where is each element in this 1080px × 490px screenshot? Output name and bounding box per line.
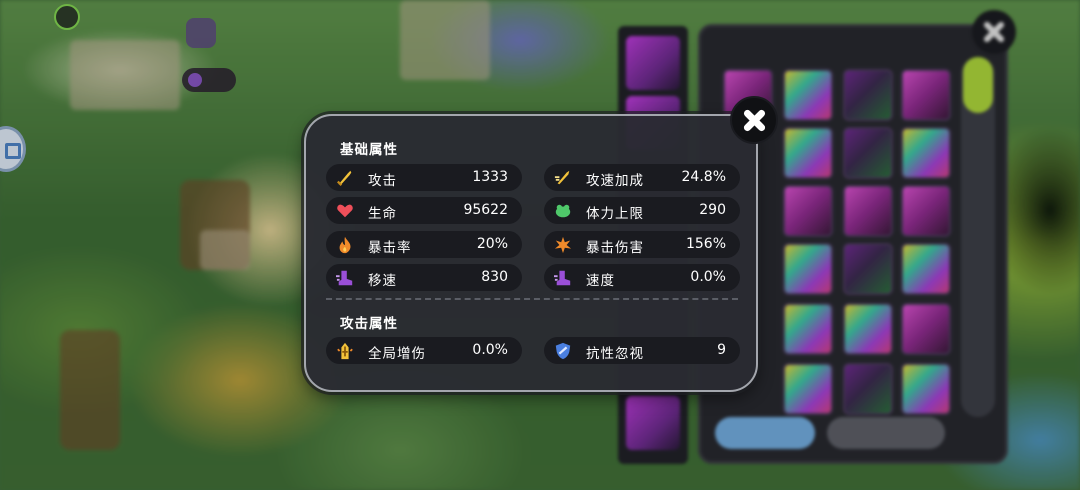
stat-value: 24.8%: [681, 169, 726, 185]
shield-break-icon: [555, 342, 571, 360]
stat-label: 全局增伤: [368, 346, 426, 362]
attack-attributes-title: 攻击属性: [340, 316, 398, 332]
stat-label: 体力上限: [586, 206, 644, 222]
stat-row-crit-damage: 暴击伤害 156%: [544, 231, 740, 258]
swift-sword-icon: [554, 170, 570, 185]
stat-row-attack-speed: 攻速加成 24.8%: [544, 164, 740, 191]
stat-row-resist-ignore: 抗性忽视 9: [544, 337, 740, 364]
stat-row-stamina-cap: 体力上限 290: [544, 197, 740, 224]
attribute-panel: 基础属性 攻击 1333 攻速加成 24.8% 生命 95622 体力上限 29…: [304, 114, 758, 392]
stat-value: 1333: [472, 169, 508, 185]
damage-boost-icon: [337, 342, 353, 360]
section-divider: [326, 298, 738, 300]
stat-label: 攻速加成: [586, 173, 644, 189]
stat-row-attack: 攻击 1333: [326, 164, 522, 191]
sword-icon: [337, 170, 352, 186]
boot-icon: [336, 270, 353, 286]
stat-row-speed: 速度 0.0%: [544, 264, 740, 291]
stat-label: 速度: [586, 273, 615, 289]
stat-row-health: 生命 95622: [326, 197, 522, 224]
stat-label: 生命: [368, 206, 397, 222]
stat-value: 290: [699, 202, 726, 218]
stat-value: 9: [717, 342, 726, 358]
crit-burst-icon: [554, 236, 572, 254]
stat-row-move-speed: 移速 830: [326, 264, 522, 291]
stat-label: 攻击: [368, 173, 397, 189]
stat-value: 830: [481, 269, 508, 285]
close-icon[interactable]: [730, 96, 778, 144]
basic-attributes-title: 基础属性: [340, 142, 398, 158]
stamina-icon: [555, 204, 571, 218]
stat-value: 0.0%: [690, 269, 726, 285]
stat-row-crit-rate: 暴击率 20%: [326, 231, 522, 258]
stat-label: 暴击率: [368, 240, 412, 256]
stat-value: 0.0%: [472, 342, 508, 358]
heart-icon: [337, 204, 353, 218]
stat-label: 移速: [368, 273, 397, 289]
stat-value: 156%: [685, 236, 726, 252]
stat-value: 20%: [476, 236, 508, 252]
stat-label: 抗性忽视: [586, 346, 644, 362]
crit-flame-icon: [339, 236, 351, 254]
speed-boot-icon: [554, 270, 571, 286]
stat-row-global-damage: 全局增伤 0.0%: [326, 337, 522, 364]
stat-value: 95622: [463, 202, 508, 218]
stat-label: 暴击伤害: [586, 240, 644, 256]
